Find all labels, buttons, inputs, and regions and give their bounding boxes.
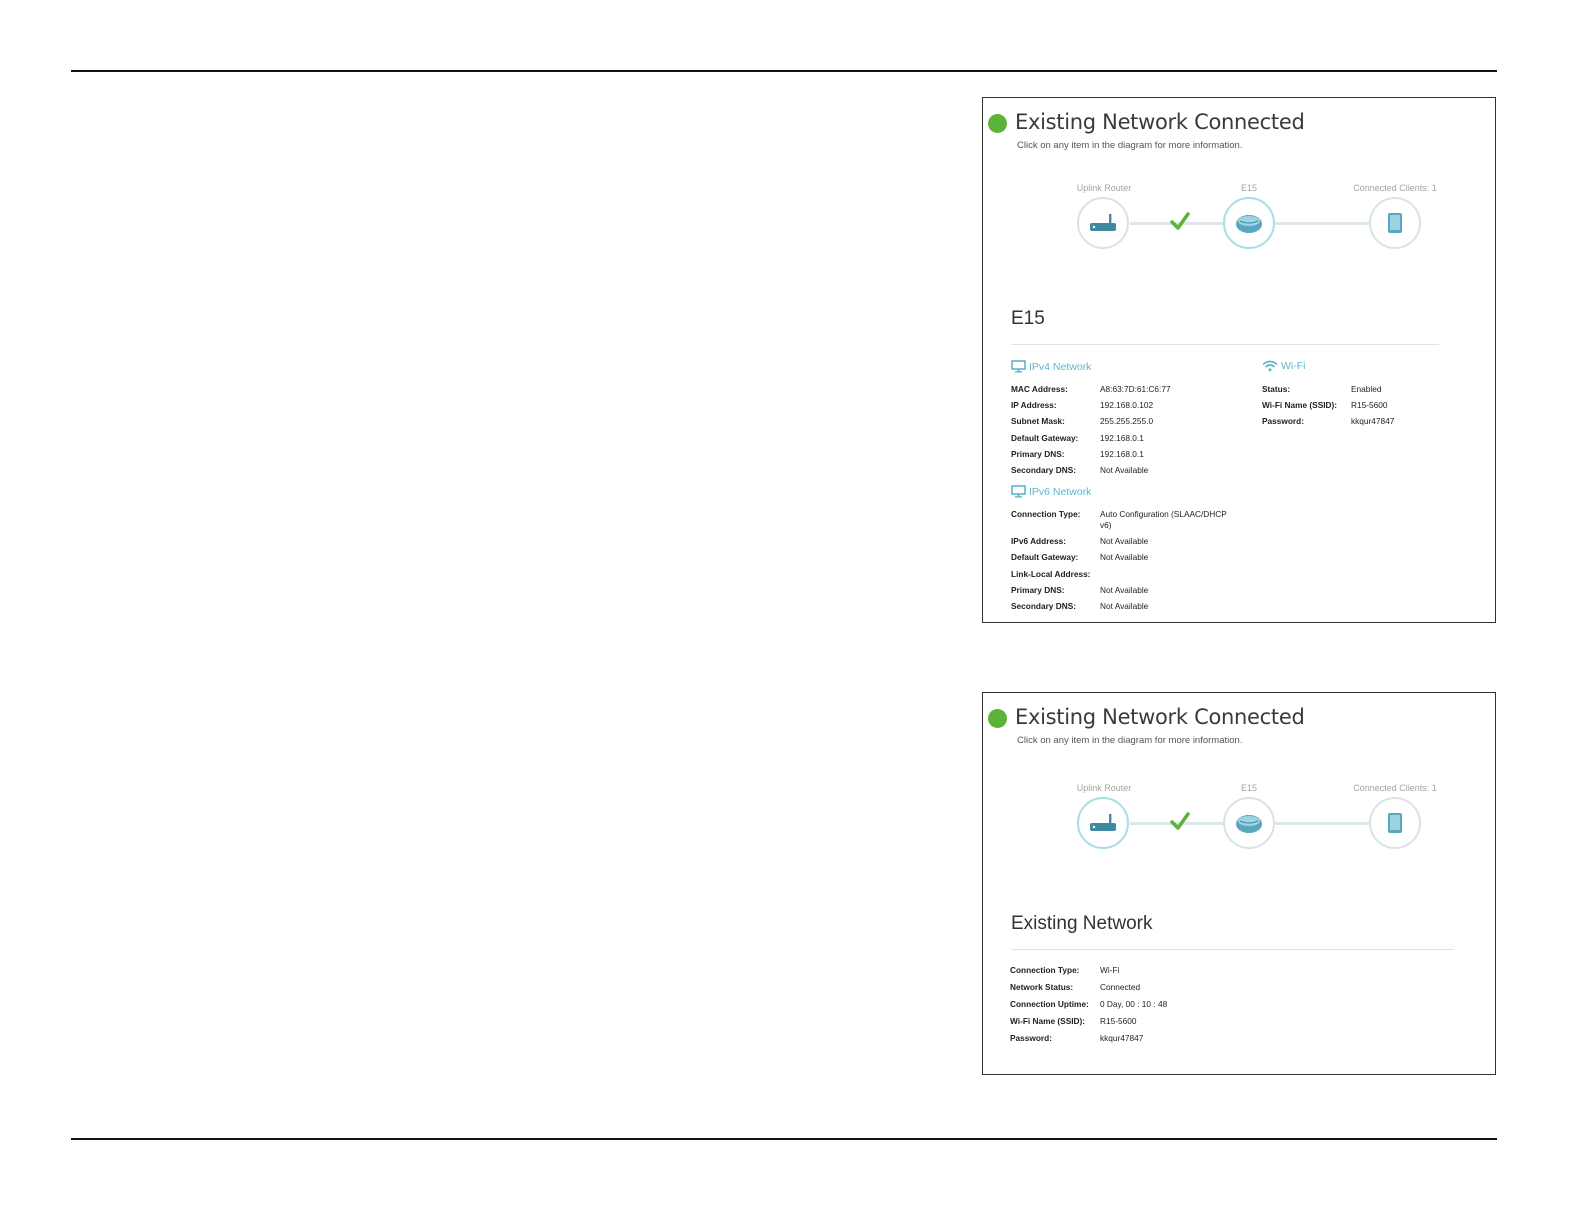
field-label: Subnet Mask: bbox=[1011, 416, 1065, 426]
field-label: Password: bbox=[1010, 1033, 1052, 1043]
tablet-icon bbox=[1388, 213, 1402, 233]
field-label: Wi-Fi Name (SSID): bbox=[1010, 1016, 1086, 1026]
field-value: Connected bbox=[1100, 982, 1141, 992]
field-label: IPv6 Address: bbox=[1011, 536, 1067, 546]
ipv6-heading-label: IPv6 Network bbox=[1029, 486, 1092, 498]
field-value: Not Available bbox=[1100, 552, 1149, 562]
e15-node[interactable] bbox=[1223, 197, 1275, 249]
section-divider bbox=[1011, 344, 1439, 345]
field-value: Not Available bbox=[1100, 536, 1149, 546]
field-label: Default Gateway: bbox=[1011, 433, 1079, 443]
page-title: Existing Network Connected bbox=[1015, 705, 1305, 729]
ipv4-heading-label: IPv4 Network bbox=[1029, 361, 1092, 373]
field-value: kkqur47847 bbox=[1100, 1033, 1144, 1043]
uplink-router-node[interactable] bbox=[1077, 797, 1129, 849]
uplink-router-label: Uplink Router bbox=[1076, 183, 1132, 193]
e15-label: E15 bbox=[1240, 783, 1258, 793]
field-value: 0 Day, 00 : 10 : 48 bbox=[1100, 999, 1168, 1009]
field-label: Primary DNS: bbox=[1011, 585, 1065, 595]
field-value: Wi-Fi bbox=[1100, 965, 1120, 975]
field-label: Password: bbox=[1262, 416, 1304, 426]
field-label: Wi-Fi Name (SSID): bbox=[1262, 400, 1338, 410]
bottom-rule bbox=[71, 1138, 1497, 1140]
field-label: IP Address: bbox=[1011, 400, 1057, 410]
field-value: Not Available bbox=[1100, 601, 1149, 611]
connected-clients-node[interactable] bbox=[1369, 197, 1421, 249]
status-dot-icon bbox=[988, 709, 1007, 728]
field-label: Connection Type: bbox=[1010, 965, 1080, 975]
connected-clients-label: Connected Clients: 1 bbox=[1353, 783, 1437, 793]
field-value: Not Available bbox=[1100, 585, 1149, 595]
page-title: Existing Network Connected bbox=[1015, 110, 1305, 134]
router-icon bbox=[1090, 814, 1116, 831]
page-subtitle: Click on any item in the diagram for mor… bbox=[1017, 735, 1243, 746]
field-label: Default Gateway: bbox=[1011, 552, 1079, 562]
field-value: 192.168.0.1 bbox=[1100, 449, 1144, 459]
field-label: Secondary DNS: bbox=[1011, 465, 1077, 475]
field-value: A8:63:7D:61:C6:77 bbox=[1100, 384, 1171, 394]
field-label: Connection Type: bbox=[1011, 509, 1081, 519]
field-label: Connection Uptime: bbox=[1010, 999, 1089, 1009]
clients-link bbox=[1275, 222, 1369, 225]
section-divider bbox=[1011, 949, 1454, 950]
uplink-router-node[interactable] bbox=[1077, 197, 1129, 249]
wifi-icon bbox=[1262, 360, 1278, 372]
ipv4-heading: IPv4 Network bbox=[1011, 360, 1091, 373]
checkmark-icon bbox=[1170, 212, 1190, 230]
field-value: R15-5600 bbox=[1100, 1016, 1137, 1026]
extender-icon bbox=[1236, 215, 1262, 233]
wifi-heading-label: Wi-Fi bbox=[1281, 360, 1306, 372]
wifi-heading: Wi-Fi bbox=[1262, 360, 1306, 372]
field-value: kkqur47847 bbox=[1351, 416, 1395, 426]
field-value: 255.255.255.0 bbox=[1100, 416, 1154, 426]
uplink-router-label: Uplink Router bbox=[1076, 783, 1132, 793]
page-subtitle: Click on any item in the diagram for mor… bbox=[1017, 140, 1243, 151]
field-value: Enabled bbox=[1351, 384, 1382, 394]
checkmark-icon bbox=[1170, 812, 1190, 830]
field-label: Primary DNS: bbox=[1011, 449, 1065, 459]
connected-clients-label: Connected Clients: 1 bbox=[1353, 183, 1437, 193]
field-label: Network Status: bbox=[1010, 982, 1074, 992]
monitor-icon bbox=[1011, 485, 1026, 498]
monitor-icon bbox=[1011, 360, 1026, 373]
e15-label: E15 bbox=[1240, 183, 1258, 193]
section-title: E15 bbox=[1011, 308, 1045, 329]
e15-node[interactable] bbox=[1223, 797, 1275, 849]
field-label: Secondary DNS: bbox=[1011, 601, 1077, 611]
ipv6-heading: IPv6 Network bbox=[1011, 485, 1091, 498]
field-value: Not Available bbox=[1100, 465, 1149, 475]
section-title: Existing Network bbox=[1011, 913, 1153, 934]
field-label: Status: bbox=[1262, 384, 1291, 394]
router-icon bbox=[1090, 214, 1116, 231]
screenshot-existing-network: Existing Network Connected Click on any … bbox=[982, 692, 1496, 1075]
network-diagram: Uplink Router E15 Connected Clients: 1 bbox=[983, 783, 1495, 853]
status-dot-icon bbox=[988, 114, 1007, 133]
field-label: Link-Local Address: bbox=[1011, 569, 1091, 579]
top-rule bbox=[71, 70, 1497, 72]
tablet-icon bbox=[1388, 813, 1402, 833]
extender-icon bbox=[1236, 815, 1262, 833]
field-value: Auto Configuration (SLAAC/DHCP v6) bbox=[1100, 509, 1227, 530]
field-value: R15-5600 bbox=[1351, 400, 1388, 410]
field-value: 192.168.0.1 bbox=[1100, 433, 1144, 443]
field-value: 192.168.0.102 bbox=[1100, 400, 1154, 410]
screenshot-e15-details: Existing Network Connected Click on any … bbox=[982, 97, 1496, 623]
clients-link bbox=[1275, 822, 1369, 825]
connected-clients-node[interactable] bbox=[1369, 797, 1421, 849]
field-label: MAC Address: bbox=[1011, 384, 1068, 394]
network-diagram: Uplink Router E15 Connected Clients: 1 bbox=[983, 183, 1495, 253]
